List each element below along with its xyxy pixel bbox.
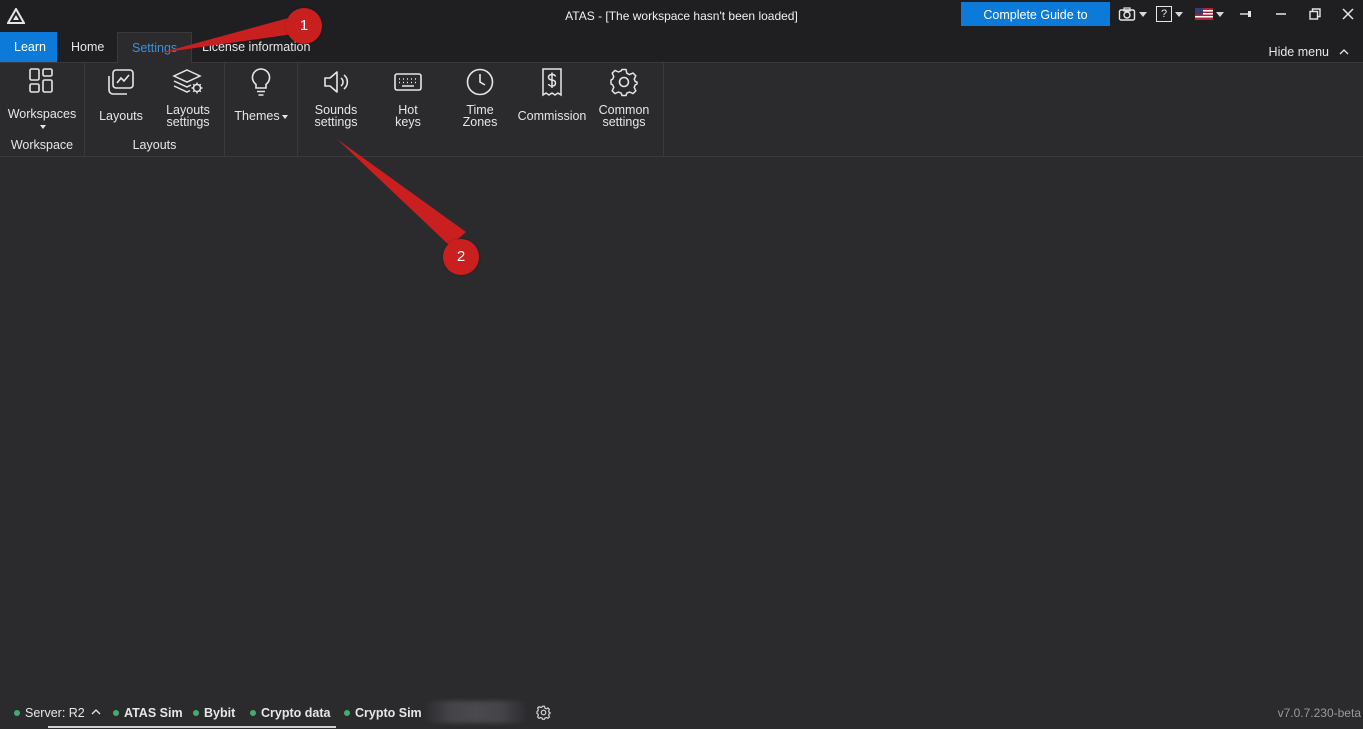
version-label: v7.0.7.230-beta [1277,706,1361,720]
gear-icon[interactable] [536,705,551,720]
status-dot-icon [113,710,119,716]
annotation-arrow-1 [160,17,300,53]
connection-crypto-data[interactable]: Crypto data [250,706,330,720]
connection-label: Crypto Sim [355,706,422,720]
connection-bybit[interactable]: Bybit [193,706,235,720]
server-status[interactable]: Server: R2 [14,706,85,720]
connection-crypto-sim[interactable]: Crypto Sim [344,706,422,720]
connection-label: Bybit [204,706,236,720]
connection-atas-sim[interactable]: ATAS Sim [113,706,183,720]
status-dot-icon [14,710,20,716]
status-dot-icon [193,710,199,716]
status-dot-icon [250,710,256,716]
annotation-arrow-2 [337,139,466,246]
annotation-badge-1: 1 [286,8,322,44]
annotation-arrows [160,17,466,246]
status-dot-icon [344,710,350,716]
redacted-account-info [426,701,526,723]
chevron-up-icon[interactable] [91,709,101,715]
annotation-badge-2: 2 [443,239,479,275]
server-label: Server: R2 [25,706,85,720]
connection-label: ATAS Sim [124,706,183,720]
status-bar: Server: R2 ATAS Sim Bybit Crypto data Cr… [0,699,1363,729]
status-underline [48,726,336,728]
connection-label: Crypto data [261,706,331,720]
